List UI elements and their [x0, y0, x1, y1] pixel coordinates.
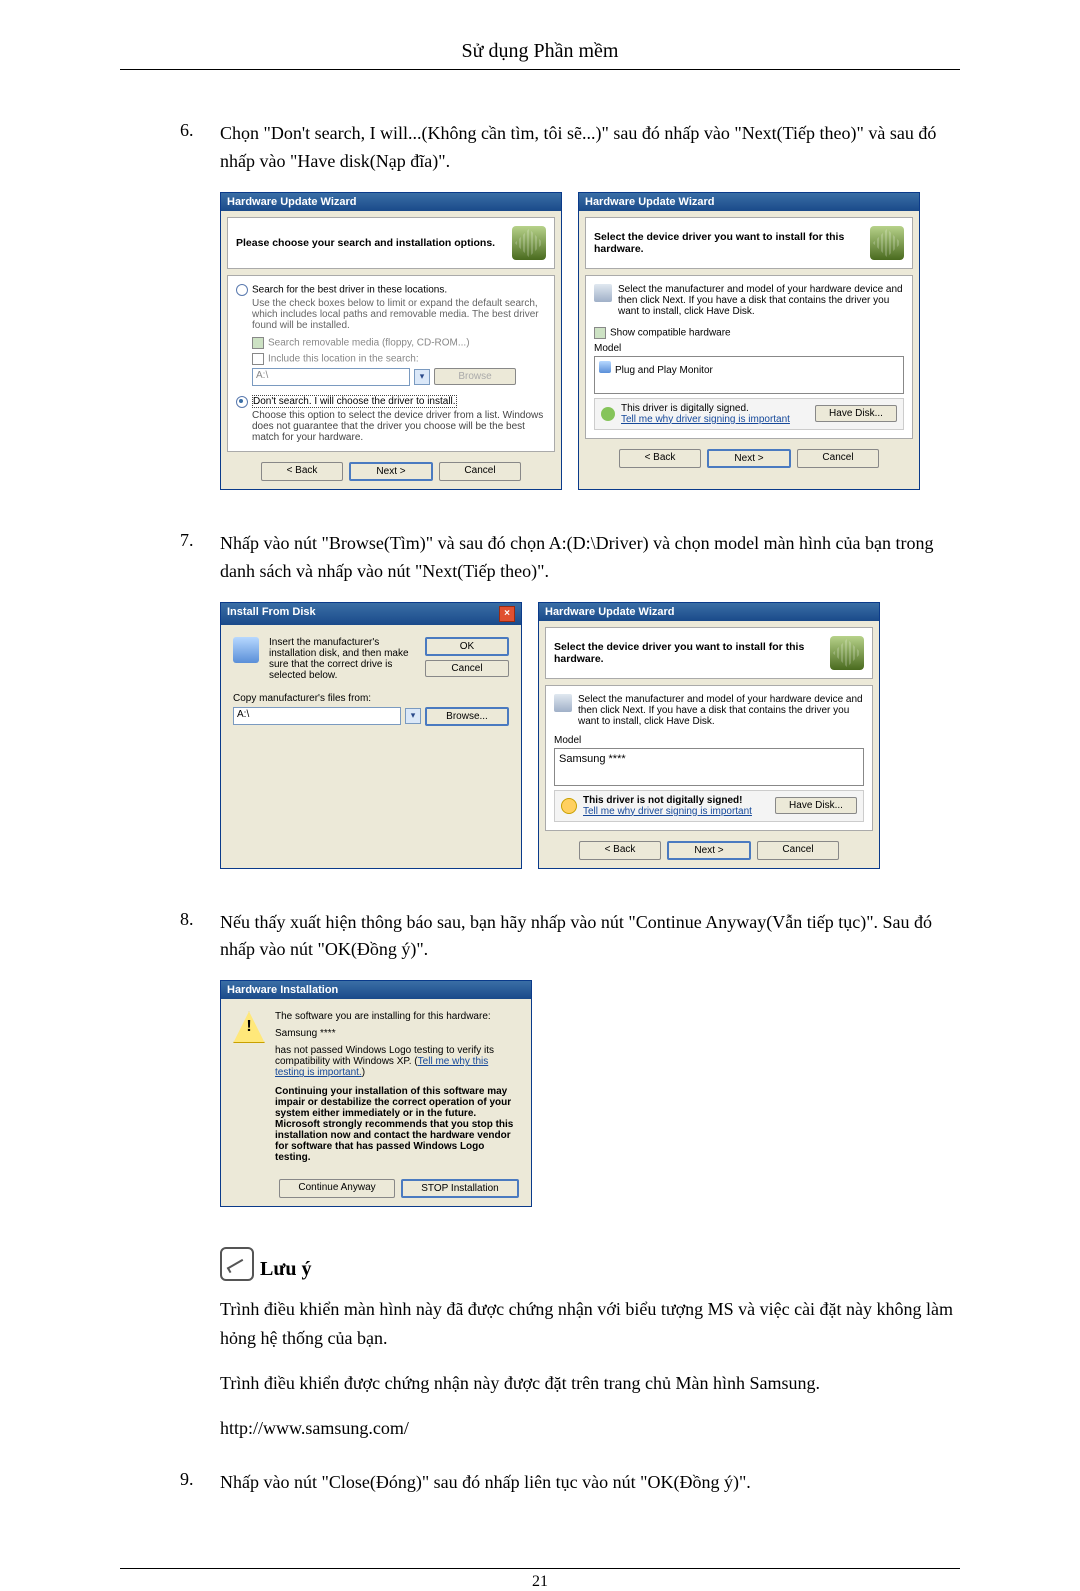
signing-link[interactable]: Tell me why driver signing is important [583, 806, 769, 817]
dialog-hardware-installation: Hardware Installation The software you a… [220, 980, 532, 1207]
step-9-text: Nhấp vào nút "Close(Đóng)" sau đó nhấp l… [220, 1469, 751, 1497]
back-button[interactable]: < Back [261, 462, 343, 481]
model-list[interactable]: Plug and Play Monitor [594, 356, 904, 394]
cancel-button[interactable]: Cancel [425, 660, 509, 677]
hw-product: Samsung **** [275, 1028, 519, 1039]
dialog-header: Select the device driver you want to ins… [594, 231, 870, 255]
dialog-title: Hardware Update Wizard [545, 606, 675, 618]
wizard-icon [512, 226, 546, 260]
stop-installation-button[interactable]: STOP Installation [401, 1179, 519, 1198]
wizard-icon [830, 636, 864, 670]
step-9-number: 9. [180, 1469, 220, 1497]
step-7-text: Nhấp vào nút "Browse(Tìm)" và sau đó chọ… [220, 530, 960, 586]
step-6-text: Chọn "Don't search, I will...(Không cần … [220, 120, 960, 176]
radio-search-label: Search for the best driver in these loca… [252, 284, 447, 295]
monitor-icon [599, 361, 611, 373]
next-button[interactable]: Next > [349, 462, 433, 481]
back-button[interactable]: < Back [619, 449, 701, 468]
dropdown-arrow-icon[interactable]: ▾ [405, 708, 421, 724]
have-disk-button[interactable]: Have Disk... [775, 797, 857, 814]
checkbox-include-loc-label: Include this location in the search: [268, 353, 419, 364]
checkbox-include-loc[interactable] [252, 353, 264, 365]
browse-button[interactable]: Browse [434, 368, 516, 385]
disk-icon [594, 284, 612, 302]
ok-button[interactable]: OK [425, 637, 509, 656]
note-heading: Lưu ý [260, 1258, 311, 1281]
dialog-header: Select the device driver you want to ins… [554, 641, 830, 665]
signing-link[interactable]: Tell me why driver signing is important [621, 414, 809, 425]
continue-anyway-button[interactable]: Continue Anyway [279, 1179, 395, 1198]
select-desc: Select the manufacturer and model of you… [578, 694, 864, 727]
hw-line3b: ) [362, 1067, 365, 1078]
cancel-button[interactable]: Cancel [757, 841, 839, 860]
cancel-button[interactable]: Cancel [439, 462, 521, 481]
signed-text: This driver is digitally signed. [621, 403, 809, 414]
checkbox-removable[interactable] [252, 337, 264, 349]
cert-warn-icon [561, 798, 577, 814]
cert-ok-icon [601, 407, 615, 421]
dropdown-arrow-icon[interactable]: ▾ [414, 369, 430, 385]
note-icon [220, 1247, 254, 1281]
cancel-button[interactable]: Cancel [797, 449, 879, 468]
dialog-install-from-disk: Install From Disk × Insert the manufactur… [220, 602, 522, 869]
disk-icon [554, 694, 572, 712]
step-7-number: 7. [180, 530, 220, 586]
dialog-title: Hardware Installation [227, 984, 338, 996]
next-button[interactable]: Next > [667, 841, 751, 860]
dialog-wizard-select: Hardware Update Wizard Select the device… [578, 192, 920, 490]
radio-search[interactable] [236, 284, 248, 296]
step-6-number: 6. [180, 120, 220, 176]
dialog-title: Hardware Update Wizard [227, 196, 357, 208]
radio-dont-search-desc: Choose this option to select the device … [252, 410, 546, 443]
browse-button[interactable]: Browse... [425, 707, 509, 726]
page-number: 21 [120, 1568, 960, 1591]
model-label: Model [594, 343, 904, 354]
install-desc: Insert the manufacturer's installation d… [269, 637, 415, 681]
hw-line1: The software you are installing for this… [275, 1011, 519, 1022]
model-label: Model [554, 735, 864, 746]
dialog-header: Please choose your search and installati… [236, 237, 495, 249]
radio-search-desc: Use the check boxes below to limit or ex… [252, 298, 546, 331]
model-list[interactable]: Samsung **** [554, 748, 864, 786]
radio-dont-search-label: Don't search. I will choose the driver t… [252, 395, 457, 408]
next-button[interactable]: Next > [707, 449, 791, 468]
radio-dont-search[interactable] [236, 396, 248, 408]
dialog-title: Hardware Update Wizard [585, 196, 715, 208]
floppy-icon [233, 637, 259, 663]
close-icon[interactable]: × [499, 606, 515, 622]
not-signed-text: This driver is not digitally signed! [583, 795, 769, 806]
checkbox-show-compatible[interactable] [594, 327, 606, 339]
dialog-title: Install From Disk [227, 606, 316, 622]
hw-warning: Continuing your installation of this sof… [275, 1086, 519, 1163]
step-8-text: Nếu thấy xuất hiện thông báo sau, bạn hã… [220, 909, 960, 965]
step-8-number: 8. [180, 909, 220, 965]
chapter-title: Sử dụng Phần mềm [120, 40, 960, 70]
back-button[interactable]: < Back [579, 841, 661, 860]
dialog-wizard-search: Hardware Update Wizard Please choose you… [220, 192, 562, 490]
checkbox-removable-label: Search removable media (floppy, CD-ROM..… [268, 337, 470, 348]
model-item: Samsung **** [559, 753, 626, 765]
note-p1: Trình điều khiển màn hình này đã được ch… [220, 1295, 960, 1353]
path-field[interactable]: A:\ [233, 707, 401, 725]
note-p2: Trình điều khiển được chứng nhận này đượ… [220, 1369, 960, 1398]
path-field[interactable]: A:\ [252, 368, 410, 386]
warning-icon [233, 1011, 265, 1043]
note-url: http://www.samsung.com/ [220, 1414, 960, 1443]
dialog-wizard-select-samsung: Hardware Update Wizard Select the device… [538, 602, 880, 869]
select-desc: Select the manufacturer and model of you… [618, 284, 904, 317]
checkbox-show-compatible-label: Show compatible hardware [610, 327, 731, 338]
have-disk-button[interactable]: Have Disk... [815, 405, 897, 422]
wizard-icon [870, 226, 904, 260]
model-item: Plug and Play Monitor [615, 365, 713, 376]
copy-from-label: Copy manufacturer's files from: [233, 693, 509, 704]
